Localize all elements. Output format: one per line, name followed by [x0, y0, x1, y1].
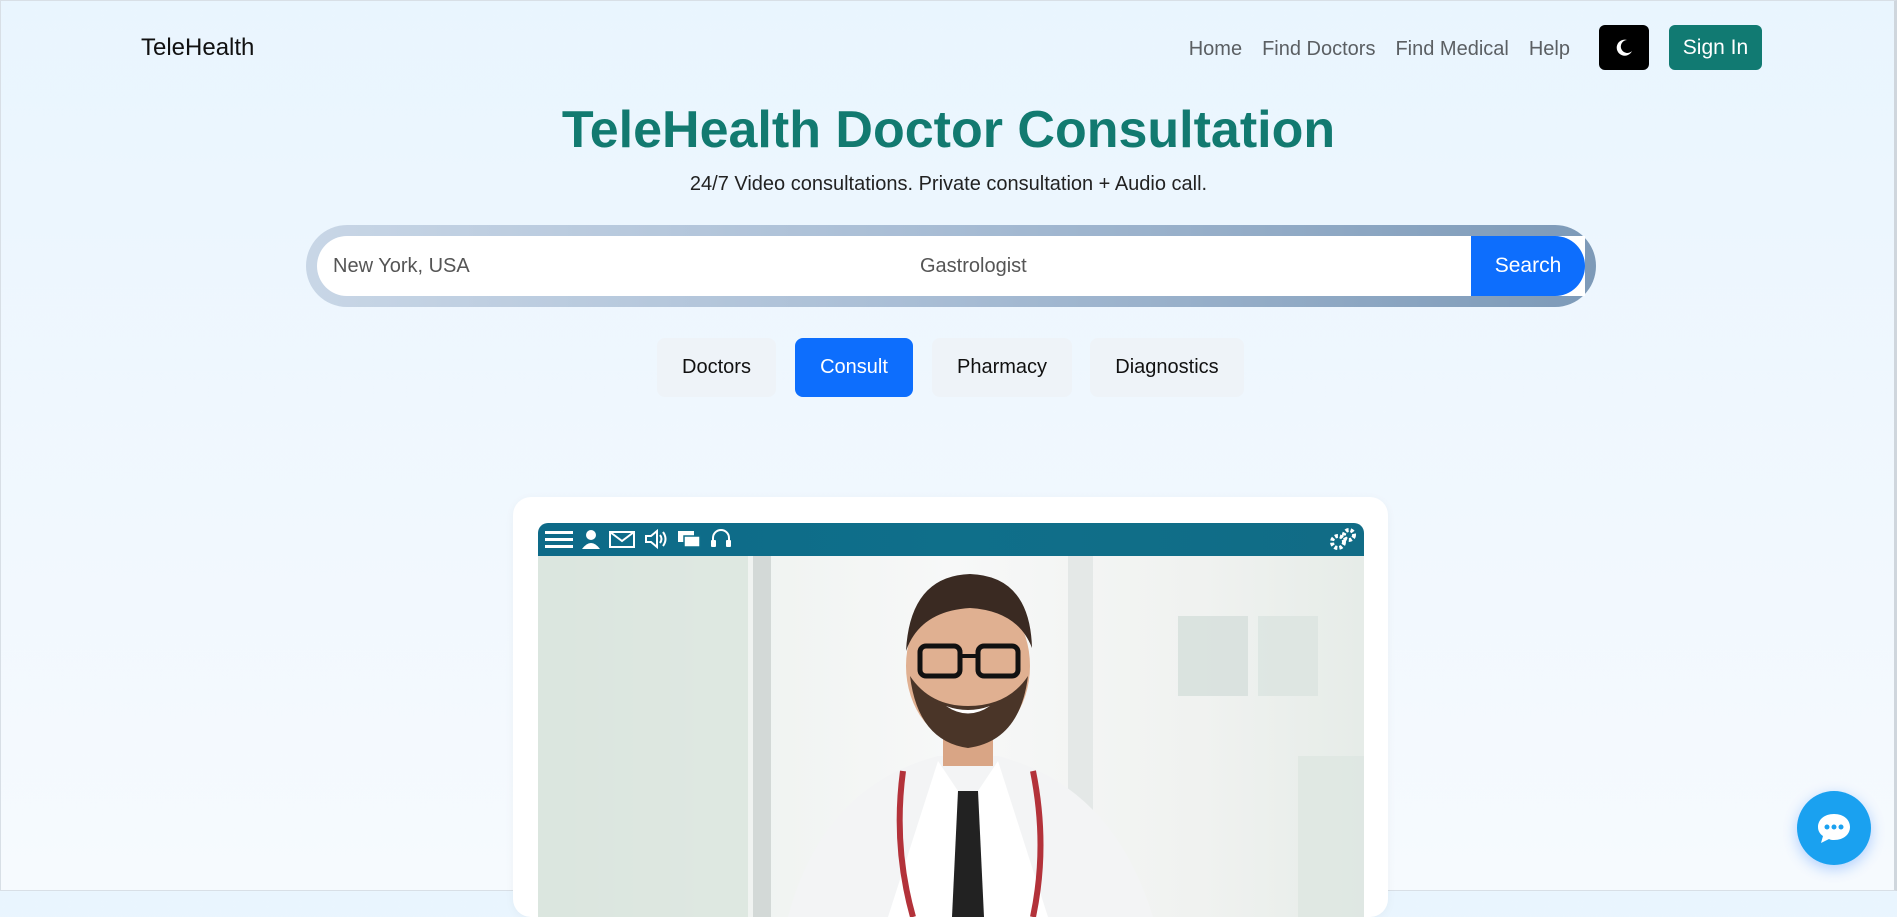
location-input[interactable]: New York, USA [333, 236, 470, 296]
page-subtitle: 24/7 Video consultations. Private consul… [689, 173, 1208, 195]
nav-link-home[interactable]: Home [1189, 38, 1242, 61]
moon-icon [1616, 39, 1632, 56]
mail-icon[interactable] [609, 529, 635, 549]
specialty-input[interactable]: Gastrologist [920, 236, 1027, 296]
doctor-video-feed [538, 556, 1364, 917]
menu-icon[interactable] [545, 529, 573, 549]
gears-icon[interactable] [1329, 527, 1357, 551]
nav-link-find-medical[interactable]: Find Medical [1395, 38, 1508, 61]
video-window [538, 523, 1364, 917]
chat-bubble-icon [1818, 814, 1850, 843]
tab-pharmacy[interactable]: Pharmacy [932, 338, 1072, 397]
tab-doctors[interactable]: Doctors [657, 338, 776, 397]
tab-diagnostics[interactable]: Diagnostics [1090, 338, 1244, 397]
theme-toggle-button[interactable] [1599, 25, 1649, 70]
speaker-icon[interactable] [644, 529, 668, 549]
search-bar: New York, USA Gastrologist Search [306, 225, 1596, 307]
doctor-photo [538, 556, 1364, 917]
chat-windows-icon[interactable] [677, 529, 701, 549]
nav-link-find-doctors[interactable]: Find Doctors [1262, 38, 1375, 61]
video-consultation-card [513, 497, 1388, 917]
brand-logo[interactable]: TeleHealth [141, 34, 254, 62]
search-fields: New York, USA Gastrologist [317, 236, 1585, 296]
headset-icon[interactable] [710, 529, 732, 549]
video-toolbar [538, 523, 1364, 556]
user-icon[interactable] [582, 529, 600, 549]
search-button[interactable]: Search [1471, 236, 1585, 296]
nav-link-help[interactable]: Help [1529, 38, 1570, 61]
page-title: TeleHealth Doctor Consultation [561, 101, 1336, 159]
tab-consult[interactable]: Consult [795, 338, 913, 397]
main-nav: Home Find Doctors Find Medical Help [1189, 38, 1570, 61]
chat-widget-button[interactable] [1797, 791, 1871, 865]
sign-in-button[interactable]: Sign In [1669, 25, 1762, 70]
